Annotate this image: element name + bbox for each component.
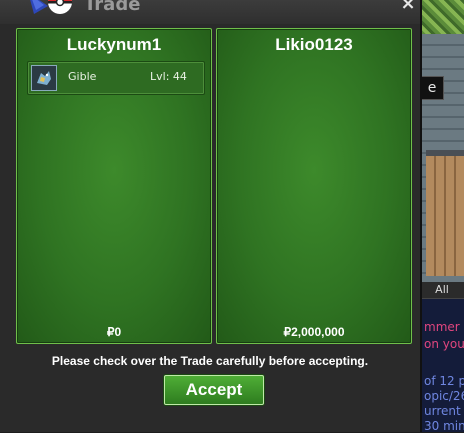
chat-tab-all[interactable]: All (420, 282, 464, 299)
close-button[interactable]: × (398, 0, 418, 14)
trade-window: Trade × Luckynum1 Gible Lvl: 44 ₽0 Likio… (0, 0, 422, 432)
window-title: Trade (84, 0, 141, 15)
tree-foliage (420, 0, 464, 34)
pokemon-name: Gible (68, 70, 97, 83)
right-trader-panel: Likio0123 ₽2,000,000 (216, 28, 412, 344)
chat-line: on you'r (424, 337, 464, 351)
chat-line: 30 min (424, 419, 464, 433)
title-bar[interactable]: Trade × (0, 0, 420, 24)
chat-line: urrent o (424, 404, 464, 418)
background-tooltip: e (420, 76, 444, 100)
left-trader-panel: Luckynum1 Gible Lvl: 44 ₽0 (16, 28, 212, 344)
pokemon-level: Lvl: 44 (150, 70, 187, 83)
gible-sprite-icon (31, 65, 57, 91)
left-trader-name: Luckynum1 (66, 35, 162, 54)
trade-notice: Please check over the Trade carefully be… (51, 354, 369, 368)
chat-line: mmer N (424, 320, 464, 334)
right-trader-name: Likio0123 (275, 35, 353, 54)
wooden-house (426, 150, 464, 276)
chat-line: of 12 p (424, 374, 464, 388)
accept-button[interactable]: Accept (164, 375, 264, 405)
left-trader-money: ₽0 (106, 325, 122, 339)
right-trader-money: ₽2,000,000 (283, 325, 345, 339)
pokeball-logo-icon (30, 0, 72, 14)
pokemon-list-item[interactable]: Gible Lvl: 44 (27, 61, 205, 95)
chat-line: opic/26 (424, 389, 464, 403)
